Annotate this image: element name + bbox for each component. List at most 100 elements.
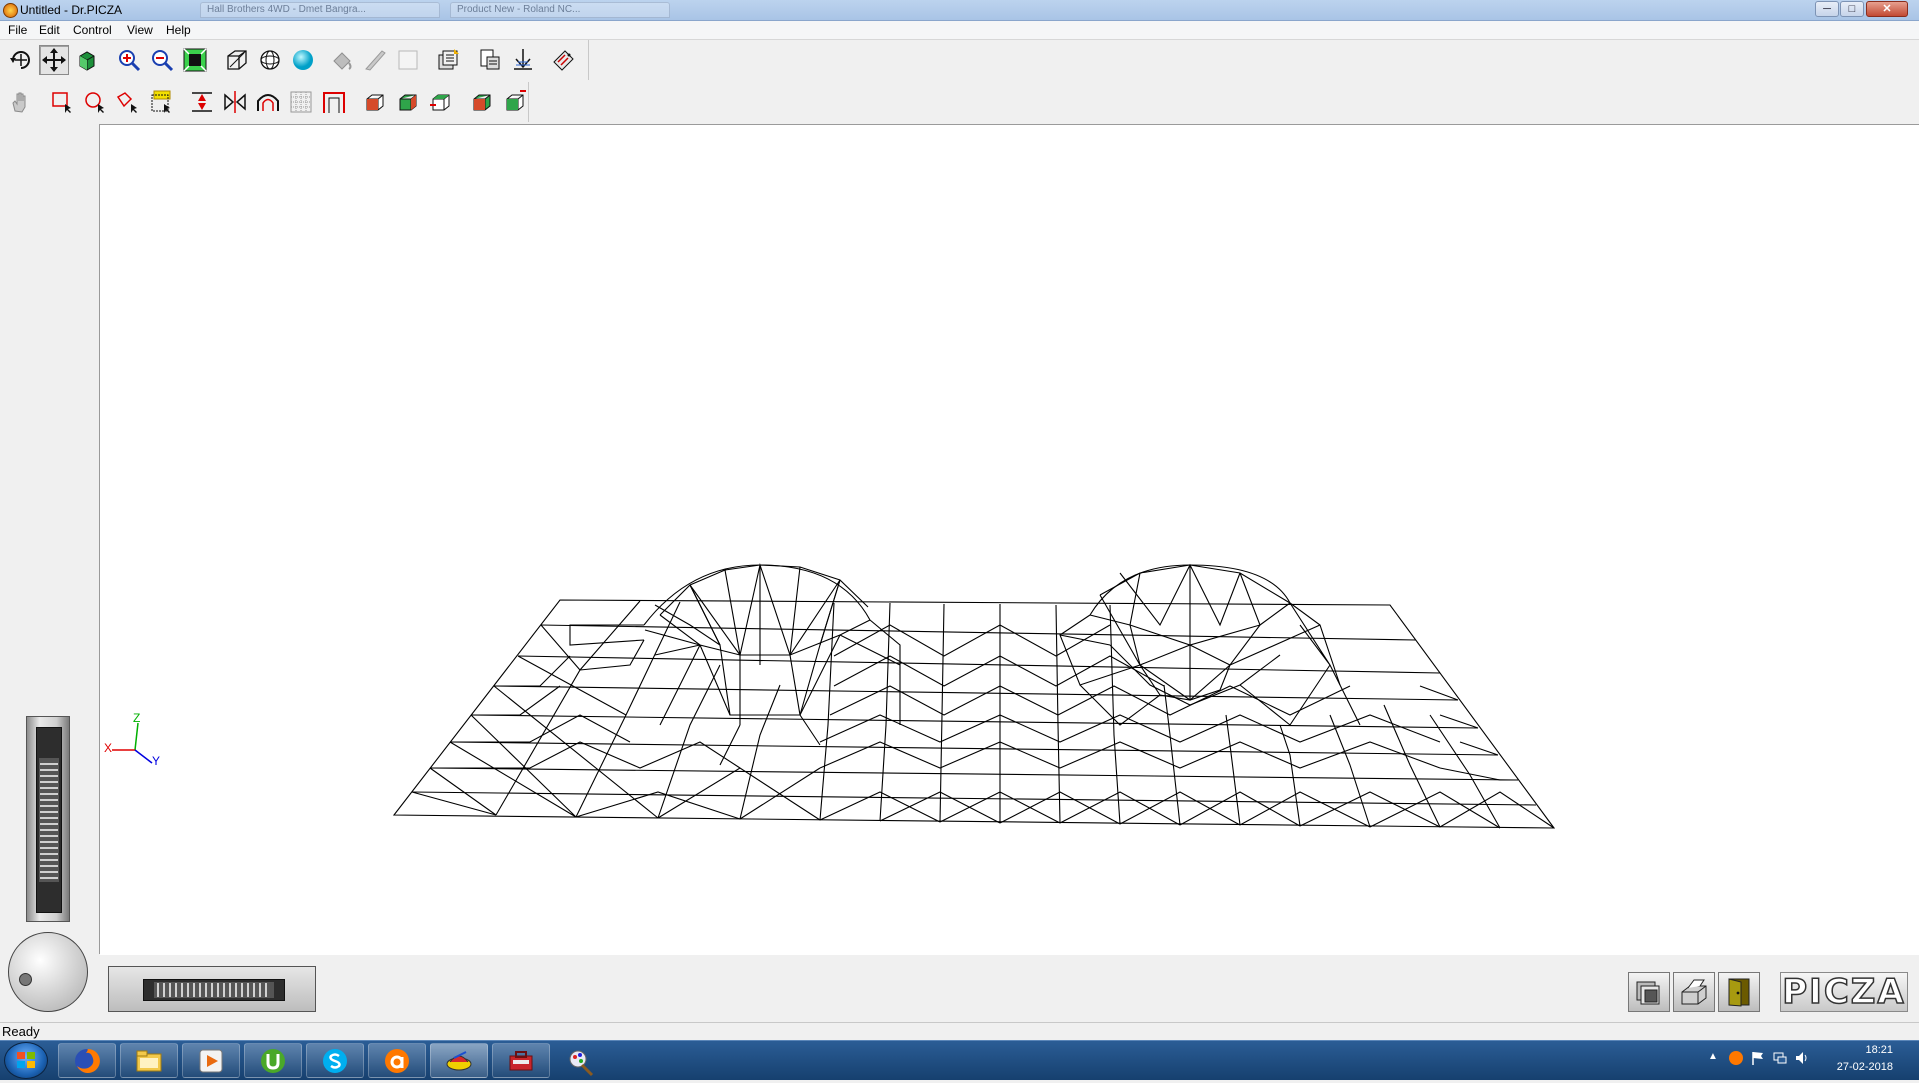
clock-date[interactable]: 27-02-2018 [1837, 1061, 1893, 1073]
toolbox-icon [509, 1050, 533, 1070]
taskbar-file-explorer[interactable] [120, 1043, 178, 1078]
trim-height-icon [192, 92, 212, 112]
disabled-fill-icon [333, 52, 352, 70]
scan-setup-button[interactable] [434, 45, 464, 75]
taskbar-skype[interactable] [306, 1043, 364, 1078]
menu-view[interactable]: View [127, 23, 153, 37]
layers-button[interactable] [1628, 972, 1670, 1012]
arch-button[interactable] [253, 87, 283, 117]
clock-time[interactable]: 18:21 [1865, 1044, 1893, 1056]
trim-height-button[interactable] [187, 87, 217, 117]
box-view-back-button[interactable] [500, 87, 530, 117]
shaded-sphere-button[interactable] [288, 45, 318, 75]
wireframe-cube-icon [227, 50, 247, 70]
background-tab: Hall Brothers 4WD - Dmet Bangra... [200, 2, 440, 18]
frame-icon [323, 92, 345, 113]
zoom-out-button[interactable] [147, 45, 177, 75]
grid-mesh-button[interactable] [286, 87, 316, 117]
avast-tray-icon[interactable] [1728, 1050, 1744, 1066]
network-icon[interactable] [1772, 1050, 1788, 1066]
horizontal-rotation-slider[interactable] [108, 966, 316, 1012]
mirror-button[interactable] [220, 87, 250, 117]
volume-icon[interactable] [1794, 1050, 1810, 1066]
scan-start-button[interactable] [508, 45, 538, 75]
skype-icon [323, 1048, 347, 1073]
taskbar-toolbox[interactable] [492, 1043, 550, 1078]
taskbar-paint[interactable] [566, 1047, 596, 1082]
slider-ridges-icon [39, 758, 59, 882]
taskbar-utorrent[interactable] [244, 1043, 302, 1078]
action-center-flag-icon[interactable] [1750, 1050, 1766, 1066]
printer-icon [1681, 979, 1707, 1005]
select-circle-icon [85, 92, 104, 113]
scan-start-icon [514, 49, 532, 70]
color-cube-button[interactable] [72, 45, 102, 75]
taskbar-media-player[interactable] [182, 1043, 240, 1078]
3d-viewport[interactable]: Z X Y [100, 124, 1919, 955]
select-all-icon [151, 90, 171, 113]
wireframe-sphere-button[interactable] [255, 45, 285, 75]
show-hidden-icons[interactable]: ▲ [1708, 1051, 1718, 1062]
fit-to-window-button[interactable] [180, 45, 210, 75]
move-button[interactable] [39, 45, 69, 75]
box-view-side-button[interactable] [393, 87, 423, 117]
wireframe-sphere-icon [260, 50, 280, 70]
select-rectangle-icon [52, 92, 71, 113]
select-circle-button[interactable] [80, 87, 110, 117]
scan-setup-icon [438, 49, 459, 70]
print-preview-button[interactable] [475, 45, 505, 75]
fit-to-window-icon [183, 48, 207, 72]
axis-x-label: X [104, 741, 113, 755]
menu-edit[interactable]: Edit [39, 23, 60, 37]
box-view-side-icon [399, 94, 417, 111]
utorrent-icon [261, 1048, 285, 1073]
menu-control[interactable]: Control [73, 23, 112, 37]
wireframe-cube-button[interactable] [222, 45, 252, 75]
rotation-knob[interactable] [8, 932, 88, 1012]
disabled-knife-icon [365, 50, 386, 71]
disabled-fill-button [327, 45, 357, 75]
box-view-top-icon [430, 94, 450, 111]
axis-z-label: Z [133, 711, 141, 725]
arch-icon [257, 94, 279, 111]
menu-help[interactable]: Help [166, 23, 191, 37]
rotate-button[interactable] [6, 45, 36, 75]
select-polygon-icon [116, 92, 137, 113]
exit-door-icon [1728, 978, 1750, 1007]
layers-icon [1636, 981, 1660, 1005]
picza-logo: PICZA [1780, 972, 1908, 1012]
taskbar-firefox[interactable] [58, 1043, 116, 1078]
box-view-front-button[interactable] [360, 87, 390, 117]
minimize-button[interactable]: ─ [1815, 1, 1839, 17]
frame-button[interactable] [319, 87, 349, 117]
menu-file[interactable]: File [8, 23, 27, 37]
disabled-knife-button [360, 45, 390, 75]
knob-indicator [19, 973, 32, 986]
paint-icon [569, 1050, 594, 1077]
taskbar-drpicza[interactable] [430, 1043, 488, 1078]
color-cube-icon [79, 51, 95, 71]
app-icon[interactable] [3, 3, 18, 18]
start-button[interactable] [4, 1042, 48, 1079]
export-data-button[interactable] [549, 45, 579, 75]
slider-track [143, 979, 285, 1001]
close-button[interactable]: ✕ [1866, 1, 1908, 17]
zoom-in-button[interactable] [114, 45, 144, 75]
select-all-button[interactable] [146, 87, 176, 117]
title-bar[interactable]: Untitled - Dr.PICZA Hall Brothers 4WD - … [0, 0, 1919, 21]
exit-button[interactable] [1718, 972, 1760, 1012]
box-view-top-button[interactable] [426, 87, 456, 117]
box-view-back-icon [506, 90, 526, 111]
taskbar-avast[interactable] [368, 1043, 426, 1078]
select-rectangle-button[interactable] [47, 87, 77, 117]
vertical-zoom-slider[interactable] [26, 716, 70, 922]
main-toolbar [0, 40, 589, 80]
maximize-button[interactable]: □ [1840, 1, 1864, 17]
status-text: Ready [2, 1024, 40, 1039]
status-bar: Ready [0, 1022, 1919, 1041]
printer-button[interactable] [1673, 972, 1715, 1012]
pan-hand-button[interactable] [6, 87, 36, 117]
box-view-iso-button[interactable] [467, 87, 497, 117]
box-view-front-icon [366, 94, 384, 111]
select-polygon-button[interactable] [113, 87, 143, 117]
